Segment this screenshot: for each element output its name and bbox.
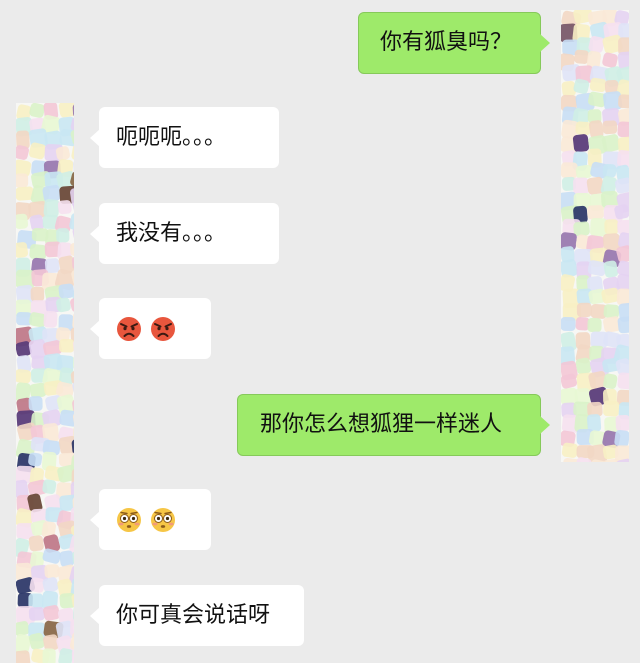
mosaic-tile xyxy=(573,177,589,195)
mosaic-tile xyxy=(561,162,578,179)
mosaic-tile xyxy=(603,304,620,319)
pouting-face-icon xyxy=(151,316,175,341)
emoji-row xyxy=(116,507,176,533)
mosaic-tile xyxy=(617,121,629,138)
mosaic-tile xyxy=(575,357,592,375)
flushed-face-icon xyxy=(151,507,175,532)
mosaic-tile xyxy=(28,452,43,467)
left-avatar-mosaic xyxy=(16,103,74,663)
emoji-message-bubble[interactable] xyxy=(90,298,211,359)
mosaic-tile xyxy=(587,317,602,333)
mosaic-tile xyxy=(59,592,74,609)
mosaic-tile xyxy=(618,94,629,109)
message-text: 呃呃呃。。。 xyxy=(116,124,227,150)
flushed-face-icon xyxy=(117,507,141,532)
message-bubble-outgoing[interactable]: 你有狐臭吗？ xyxy=(358,12,550,74)
mosaic-tile xyxy=(603,400,620,417)
message-text: 你可真会说话呀 xyxy=(116,602,271,628)
mosaic-tile xyxy=(602,52,618,68)
message-bubble-outgoing[interactable]: 那你怎么想狐狸一样迷人 xyxy=(237,394,550,456)
mosaic-tile xyxy=(29,244,47,260)
mosaic-tile xyxy=(575,121,592,136)
mosaic-tile xyxy=(604,219,619,235)
mosaic-tile xyxy=(616,288,629,306)
mosaic-tile xyxy=(30,286,45,302)
mosaic-tile xyxy=(602,120,618,135)
mosaic-tile xyxy=(42,648,56,663)
message-text: 你有狐臭吗？ xyxy=(380,30,513,55)
mosaic-tile xyxy=(575,164,593,179)
mosaic-tile xyxy=(43,310,58,328)
mosaic-tile xyxy=(589,77,607,93)
message-bubble-incoming[interactable]: 呃呃呃。。。 xyxy=(90,107,279,168)
message-text: 我没有。。。 xyxy=(116,220,227,246)
mosaic-tile xyxy=(617,316,629,334)
mosaic-tile xyxy=(574,49,589,64)
mosaic-tile xyxy=(561,316,576,332)
mosaic-tile xyxy=(58,283,74,299)
left-avatar-strip[interactable] xyxy=(16,103,74,663)
mosaic-tile xyxy=(576,302,592,318)
mosaic-tile xyxy=(28,535,44,552)
mosaic-tile xyxy=(615,414,629,432)
message-bubble-incoming[interactable]: 你可真会说话呀 xyxy=(90,585,304,646)
message-text: 那你怎么想狐狸一样迷人 xyxy=(260,412,503,437)
mosaic-tile xyxy=(58,103,74,118)
mosaic-tile xyxy=(42,548,61,564)
mosaic-tile xyxy=(16,369,32,384)
mosaic-tile xyxy=(42,479,57,494)
mosaic-tile xyxy=(617,219,629,235)
emoji-message-bubble[interactable] xyxy=(90,489,211,550)
mosaic-tile xyxy=(56,228,70,243)
right-avatar-mosaic xyxy=(561,10,629,462)
mosaic-tile xyxy=(29,103,45,118)
mosaic-tile xyxy=(561,442,579,458)
mosaic-tile xyxy=(43,199,60,218)
mosaic-tile xyxy=(57,200,72,215)
mosaic-tile xyxy=(617,150,629,168)
mosaic-tile xyxy=(28,396,43,411)
emoji-row xyxy=(116,316,176,342)
mosaic-tile xyxy=(16,650,31,663)
right-avatar-strip[interactable] xyxy=(561,10,629,462)
mosaic-tile xyxy=(587,205,604,220)
mosaic-tile xyxy=(59,409,74,427)
mosaic-tile xyxy=(614,429,629,447)
mosaic-tile xyxy=(59,339,74,353)
mosaic-tile xyxy=(602,163,617,178)
message-bubble-incoming[interactable]: 我没有。。。 xyxy=(90,203,279,264)
mosaic-tile xyxy=(16,173,29,188)
mosaic-tile xyxy=(617,372,629,390)
pouting-face-icon xyxy=(117,316,141,341)
mosaic-tile xyxy=(58,435,74,455)
mosaic-tile xyxy=(28,606,45,621)
mosaic-tile xyxy=(16,213,29,230)
mosaic-tile xyxy=(572,134,590,153)
